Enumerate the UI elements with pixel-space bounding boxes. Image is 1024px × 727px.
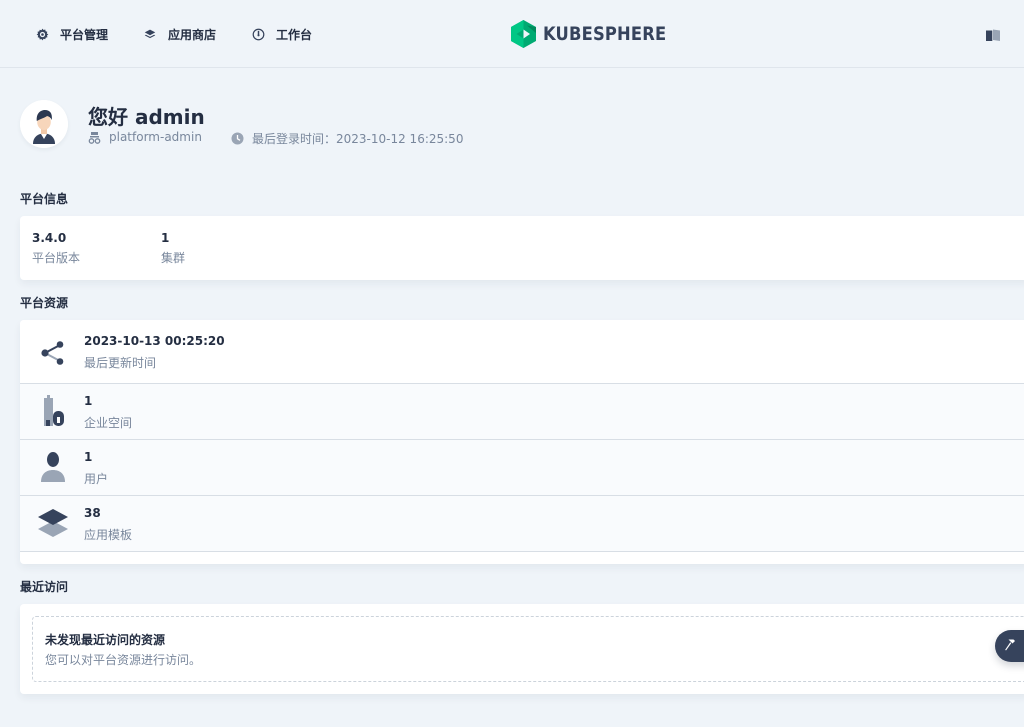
recent-empty-state: 未发现最近访问的资源 您可以对平台资源进行访问。	[32, 616, 1024, 682]
resource-row-users[interactable]: 1 用户	[20, 440, 1024, 496]
share-nodes-icon	[36, 336, 70, 370]
workspaces-value: 1	[84, 394, 93, 408]
empty-description: 您可以对平台资源进行访问。	[45, 653, 202, 667]
cluster-count-value: 1	[161, 231, 170, 245]
last-login: 最后登录时间：2023-10-12 16:25:50	[231, 130, 463, 147]
platform-version-value: 3.4.0	[32, 231, 67, 245]
nav-label: 平台管理	[60, 27, 109, 42]
nav-label: 应用商店	[168, 27, 217, 42]
last-update-label: 最后更新时间	[84, 356, 157, 370]
last-update-value: 2023-10-13 00:25:20	[84, 334, 225, 348]
hammer-icon	[1004, 637, 1018, 656]
app-templates-value: 38	[84, 506, 101, 520]
user-icon	[36, 450, 70, 484]
resource-row-app-templates[interactable]: 38 应用模板	[20, 496, 1024, 552]
resource-row-workspaces[interactable]: 1 企业空间	[20, 384, 1024, 440]
dashboard-icon	[250, 26, 266, 42]
greeting-title: 您好 admin	[88, 105, 205, 129]
nav-label: 工作台	[276, 27, 313, 42]
section-title-recent: 最近访问	[20, 580, 69, 594]
section-title-platform-resources: 平台资源	[20, 296, 69, 310]
empty-title: 未发现最近访问的资源	[45, 633, 166, 647]
platform-info-card: 3.4.0 平台版本 1 集群	[20, 216, 1024, 280]
users-value: 1	[84, 450, 93, 464]
logo-text: KUBESPHERE	[543, 23, 667, 45]
top-navbar: 平台管理 应用商店 工作台 KUBESPHERE	[0, 0, 1024, 68]
nav-item-workbench[interactable]: 工作台	[250, 0, 312, 68]
cluster-count[interactable]: 1 集群	[161, 230, 185, 270]
last-login-text: 最后登录时间：2023-10-12 16:25:50	[252, 132, 464, 146]
cluster-count-label: 集群	[161, 251, 186, 265]
app-template-icon	[36, 506, 70, 540]
nav-item-platform[interactable]: 平台管理	[34, 0, 108, 68]
nav-menu: 平台管理 应用商店 工作台	[34, 0, 346, 68]
nav-item-app-store[interactable]: 应用商店	[142, 0, 216, 68]
docs-book-icon[interactable]	[986, 27, 1000, 41]
kubesphere-logo[interactable]: KUBESPHERE	[511, 20, 686, 48]
avatar	[20, 100, 68, 148]
gear-icon	[34, 26, 50, 42]
section-title-platform-info: 平台信息	[20, 192, 69, 206]
users-label: 用户	[84, 472, 109, 486]
user-role: platform-admin	[88, 130, 202, 144]
platform-version-label: 平台版本	[32, 251, 81, 265]
recent-access-card: 未发现最近访问的资源 您可以对平台资源进行访问。	[20, 604, 1024, 694]
app-templates-label: 应用模板	[84, 528, 133, 542]
role-icon	[88, 131, 101, 144]
clock-icon	[231, 132, 244, 145]
enterprise-icon	[36, 394, 70, 428]
platform-resources-card: 2023-10-13 00:25:20 最后更新时间 1 企业空间 1 用户 3…	[20, 320, 1024, 564]
role-text: platform-admin	[109, 130, 202, 144]
resource-row-last-update: 2023-10-13 00:25:20 最后更新时间	[20, 320, 1024, 384]
toolbox-button[interactable]	[995, 630, 1024, 662]
workspaces-label: 企业空间	[84, 416, 133, 430]
platform-version: 3.4.0 平台版本	[32, 230, 80, 270]
layers-icon	[142, 26, 158, 42]
kubesphere-logo-icon	[511, 20, 536, 48]
